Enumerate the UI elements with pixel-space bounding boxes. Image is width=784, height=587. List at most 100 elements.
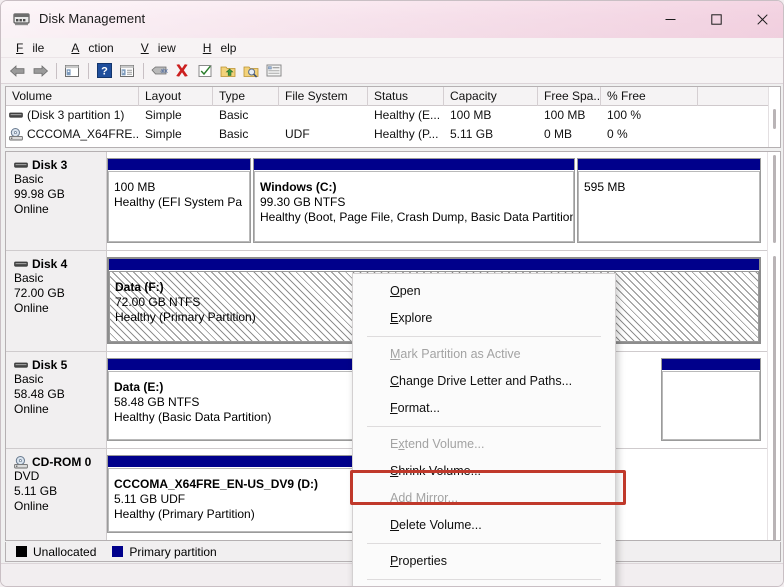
volume-list-scroll-thumb[interactable]: [773, 109, 776, 129]
maximize-button[interactable]: [693, 1, 739, 38]
primary-partition-swatch: [112, 546, 124, 557]
table-row[interactable]: CCCOMA_X64FRE... Simple Basic UDF Healthy (P…: [6, 125, 780, 144]
partition-block[interactable]: Windows (C:) 99.30 GB NTFS Healthy (Boot, …: [253, 158, 575, 243]
partition-label: CCCOMA_X64FRE_EN-US_DV9 (D:): [114, 477, 319, 491]
menu-item-properties[interactable]: Properties: [353, 548, 615, 575]
cdrom-icon: [14, 456, 28, 469]
partition-label: Windows (C:): [260, 180, 337, 194]
disk-name: Disk 3: [32, 158, 68, 172]
disk-view-scrollbar[interactable]: [767, 152, 780, 540]
partition-size: 58.48 GB NTFS: [114, 395, 200, 409]
up-one-level-icon[interactable]: [61, 60, 83, 82]
cell-percent-free: 0 %: [607, 127, 628, 141]
disk-view-scroll-thumb[interactable]: [773, 256, 776, 540]
menu-separator: [367, 579, 601, 580]
disk-state: Online: [14, 402, 49, 416]
column-header-capacity[interactable]: Capacity: [444, 87, 538, 106]
toolbar-separator: [56, 62, 57, 79]
delete-icon[interactable]: [171, 60, 193, 82]
disk-view-scroll-thumb-top[interactable]: [773, 155, 776, 243]
disk-panel-disk-3[interactable]: Disk 3 Basic 99.98 GB Online 100 MB Healthy (…: [6, 152, 769, 251]
disk-info[interactable]: Disk 3 Basic 99.98 GB Online: [6, 152, 107, 250]
list-properties-icon[interactable]: [263, 60, 285, 82]
partition-body: Data (E:) 58.48 GB NTFS Healthy (Basic Dat…: [108, 371, 358, 440]
menu-file-rest: ile: [32, 40, 45, 55]
column-header-free[interactable]: % Free: [601, 87, 698, 106]
partition-block[interactable]: 595 MB: [577, 158, 761, 243]
partition-block[interactable]: CCCOMA_X64FRE_EN-US_DV9 (D:) 5.11 GB UDF H…: [107, 455, 359, 533]
menu-item-format[interactable]: Format...: [353, 395, 615, 422]
menu-item-mark-partition-as-active: Mark Partition as Active: [390, 347, 521, 361]
title-bar: Disk Management: [1, 1, 783, 39]
partition-color-bar: [662, 359, 760, 371]
disk-info[interactable]: Disk 5 Basic 58.48 GB Online: [6, 352, 107, 448]
folder-up-icon[interactable]: [217, 60, 239, 82]
column-header-blank[interactable]: [698, 87, 770, 106]
cell-percent-free: 100 %: [607, 108, 642, 122]
cell-status: Healthy (E...: [374, 108, 441, 122]
toolbar: ? abc: [1, 58, 783, 84]
menu-item-view[interactable]: View: [132, 39, 194, 57]
partition-color-bar: [109, 259, 759, 271]
column-header-volume[interactable]: Volume: [6, 87, 139, 106]
window-title: Disk Management: [39, 11, 146, 26]
partition-body: Windows (C:) 99.30 GB NTFS Healthy (Boot, …: [254, 171, 574, 242]
disk-state: Online: [14, 301, 49, 315]
partition-block[interactable]: Data (E:) 58.48 GB NTFS Healthy (Basic Dat…: [107, 358, 359, 441]
cell-layout: Simple: [145, 127, 182, 141]
show-hide-console-tree-icon[interactable]: [116, 60, 138, 82]
menu-item-file[interactable]: File: [7, 39, 62, 57]
toolbar-separator: [143, 62, 144, 79]
folder-search-icon[interactable]: [240, 60, 262, 82]
menu-item-change-drive-letter-and-paths[interactable]: Change Drive Letter and Paths...: [353, 368, 615, 395]
back-icon[interactable]: [6, 60, 28, 82]
cell-file-system: [279, 106, 368, 125]
partition-strip: 100 MB Healthy (EFI System Pa Windows (C:)…: [107, 152, 769, 250]
table-row[interactable]: (Disk 3 partition 1) Simple Basic Healthy (…: [6, 106, 780, 125]
menu-item-help[interactable]: Help: [194, 39, 255, 57]
menu-separator: [367, 426, 601, 427]
menu-bar: File Action View Help: [1, 38, 783, 58]
cell-layout: Simple: [145, 108, 182, 122]
column-header-status[interactable]: Status: [368, 87, 444, 106]
column-header-type[interactable]: Type: [213, 87, 279, 106]
disk-type: Basic: [14, 372, 44, 386]
properties-tag-icon[interactable]: abc: [148, 60, 170, 82]
volume-list-scrollbar[interactable]: [768, 87, 780, 147]
menu-item-action[interactable]: Action: [62, 39, 131, 57]
disk-info[interactable]: Disk 4 Basic 72.00 GB Online: [6, 251, 107, 351]
partition-color-bar: [578, 159, 760, 171]
help-icon[interactable]: ?: [93, 60, 115, 82]
disk-name: Disk 4: [32, 257, 68, 271]
partition-color-bar: [108, 159, 250, 171]
disk-state: Online: [14, 499, 49, 513]
hard-disk-icon: [14, 258, 28, 270]
partition-body: 595 MB: [578, 171, 760, 242]
partition-block[interactable]: 100 MB Healthy (EFI System Pa: [107, 158, 251, 243]
partition-status: Healthy (EFI System Pa: [114, 195, 243, 209]
cell-capacity: 100 MB: [450, 108, 492, 122]
disk-type: Basic: [14, 271, 44, 285]
disk-size: 99.98 GB: [14, 187, 65, 201]
cell-free-space: 100 MB: [544, 108, 586, 122]
menu-item-open[interactable]: Open: [353, 278, 615, 305]
menu-item-shrink-volume[interactable]: Shrink Volume...: [353, 458, 615, 485]
partition-size: 100 MB: [114, 180, 156, 194]
column-header-free-spa[interactable]: Free Spa...: [538, 87, 601, 106]
menu-view-rest: iew: [157, 40, 176, 55]
menu-item-extend-volume: Extend Volume...: [390, 437, 485, 451]
column-header-file-system[interactable]: File System: [279, 87, 368, 106]
minimize-button[interactable]: [647, 1, 693, 38]
hard-disk-icon: [14, 159, 28, 171]
legend-label: Unallocated: [33, 544, 97, 559]
partition-block[interactable]: [661, 358, 761, 441]
menu-item-delete-volume[interactable]: Delete Volume...: [353, 512, 615, 539]
disk-info[interactable]: CD-ROM 0 DVD 5.11 GB Online: [6, 449, 107, 540]
menu-item-explore[interactable]: Explore: [353, 305, 615, 332]
cell-volume: (Disk 3 partition 1): [27, 108, 125, 122]
check-icon[interactable]: [194, 60, 216, 82]
close-button[interactable]: [739, 1, 783, 38]
forward-icon[interactable]: [29, 60, 51, 82]
column-header-layout[interactable]: Layout: [139, 87, 213, 106]
partition-label: Data (E:): [114, 380, 164, 394]
